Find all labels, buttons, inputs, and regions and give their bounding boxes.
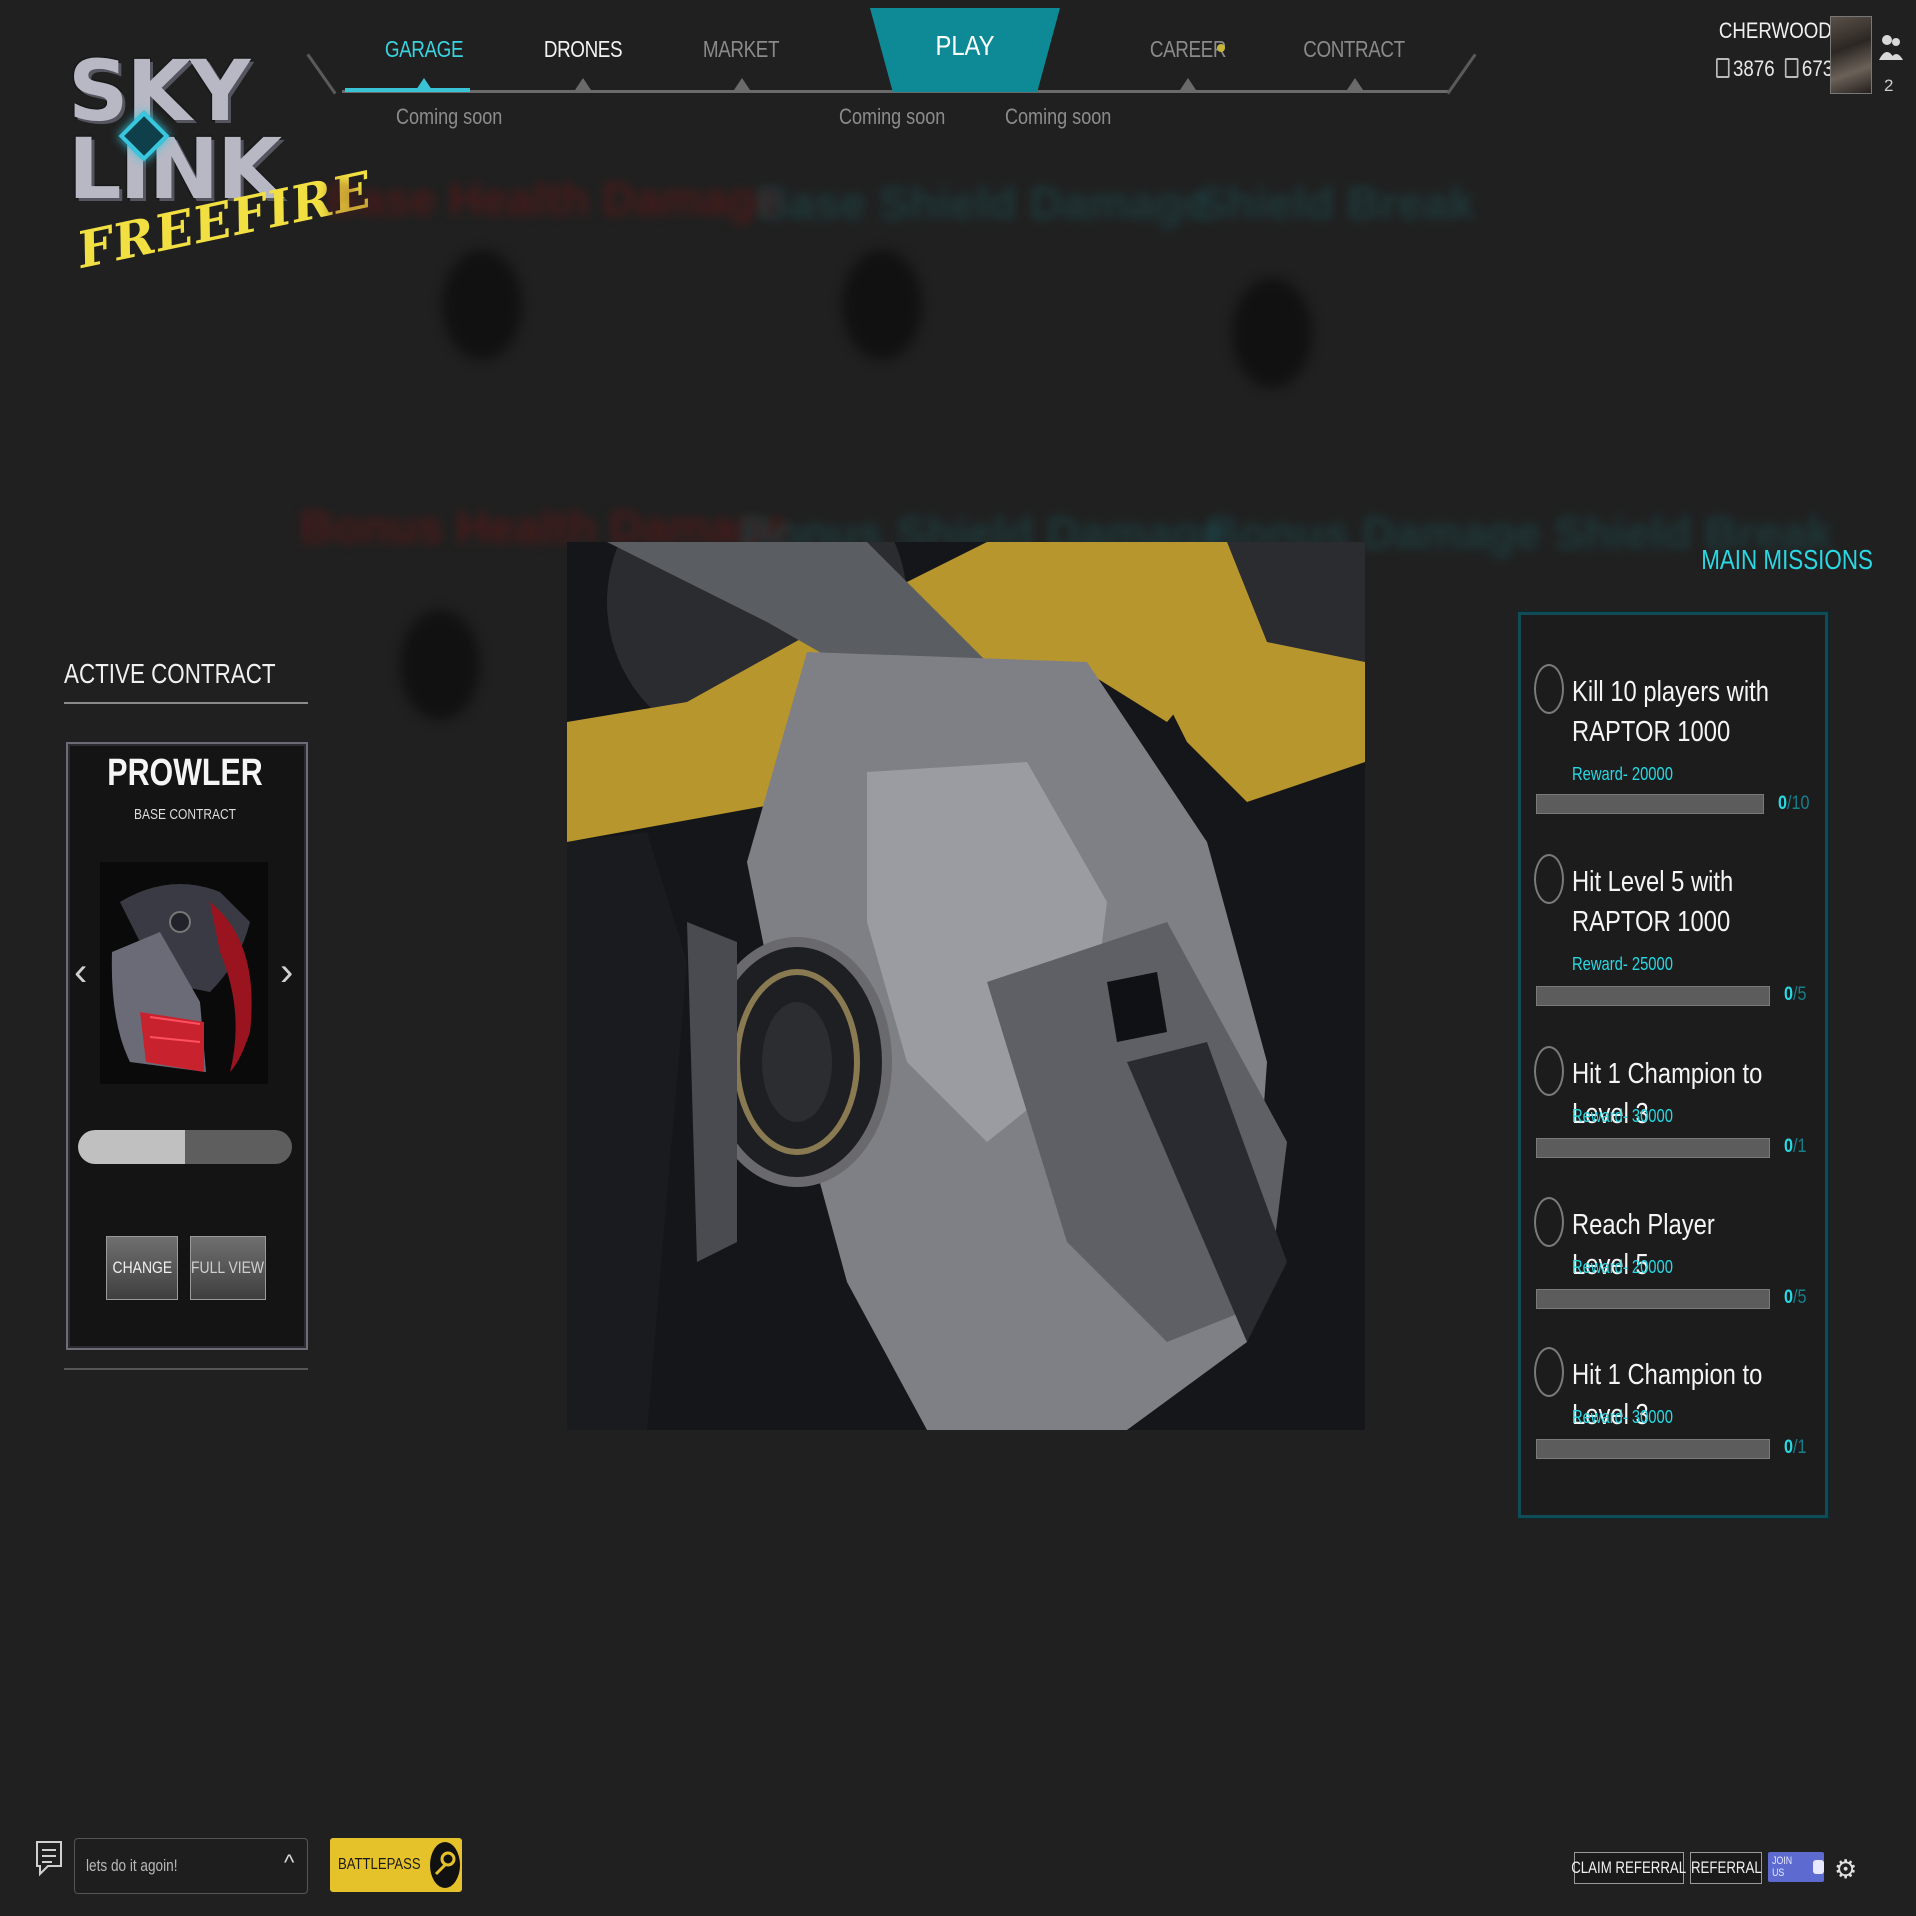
logo-sky: SKY [68,42,250,140]
mission-status-icon[interactable] [1534,1347,1564,1397]
contract-progress-bar [78,1130,292,1164]
change-button[interactable]: CHANGE [106,1236,178,1300]
mission-reward: Reward- 20000 [1572,764,1673,784]
divider [64,702,308,704]
bg-module-title: Shield Break [1196,177,1475,229]
tab-garage-marker [416,78,432,90]
tab-drones-marker [575,78,591,90]
tab-drones[interactable]: DRONES [522,36,645,63]
mission-status-icon[interactable] [1534,664,1564,714]
chat-input-value[interactable]: lets do it agoin! [86,1856,177,1876]
mission-item: Hit 1 Champion to Level 3 Reward- 30000 … [1532,1343,1822,1463]
contract-progress-fill [78,1130,185,1164]
friends-icon[interactable] [1878,30,1904,70]
tab-garage[interactable]: GARAGE [363,36,486,63]
currency-icon [1784,58,1799,78]
battlepass-label[interactable]: BATTLEPASS [338,1856,421,1874]
steam-icon [430,1842,460,1888]
mission-item: Hit 1 Champion to Level 3 Reward- 30000 … [1532,1042,1822,1162]
tab-career[interactable]: CAREER [1127,36,1250,63]
discord-icon [1812,1860,1824,1874]
weapon-closeup-image [567,542,1365,1430]
chevron-right-icon[interactable]: › [280,950,293,995]
skylink-logo: SKY LINK FREEFIRE [68,42,378,312]
bg-module-knob [400,610,480,720]
tab-market-marker [734,78,750,90]
mission-progress-bar [1536,986,1770,1006]
mission-item: Hit Level 5 with RAPTOR 1000 Reward- 250… [1532,850,1822,1010]
tab-market[interactable]: MARKET [680,36,803,63]
currency-2-value: 673 [1801,56,1834,81]
mission-progress: 0/10 [1778,793,1810,814]
mission-reward: Reward- 20000 [1572,1257,1673,1277]
coming-soon-contract: Coming soon [1005,104,1112,129]
mission-progress: 0/1 [1784,1136,1807,1157]
mission-progress-bar [1536,1289,1770,1309]
mission-status-icon[interactable] [1534,854,1564,904]
mission-text: Hit Level 5 with RAPTOR 1000 [1572,866,1734,938]
nav-frame-right [1446,53,1477,95]
bg-module-knob [842,250,922,360]
currency-display: 3876 673 [1716,56,1833,82]
referral-button[interactable]: REFERRAL [1690,1852,1762,1884]
main-missions-title: MAIN MISSIONS [1701,544,1873,575]
bg-module-knob [1232,278,1312,388]
mission-reward: Reward- 25000 [1572,954,1673,974]
mission-item: Kill 10 players with RAPTOR 1000 Reward-… [1532,660,1822,820]
mission-text: Kill 10 players with RAPTOR 1000 [1572,676,1769,748]
chevron-left-icon[interactable]: ‹ [74,950,87,995]
contract-name: PROWLER [107,752,263,794]
coming-soon-market: Coming soon [396,104,503,129]
divider [64,1368,308,1370]
mission-status-icon[interactable] [1534,1046,1564,1096]
mission-reward: Reward- 30000 [1572,1407,1673,1427]
currency-1-value: 3876 [1733,56,1775,81]
mission-reward: Reward- 30000 [1572,1106,1673,1126]
active-contract-title: ACTIVE CONTRACT [64,658,276,689]
contract-ship-image [100,862,268,1084]
nav-frame-left [306,53,337,95]
friends-count: 2 [1884,76,1894,95]
mission-progress-bar [1536,794,1764,814]
full-view-button[interactable]: FULL VIEW [190,1236,266,1300]
tab-contract[interactable]: CONTRACT [1293,36,1416,63]
play-label[interactable]: PLAY [884,30,1046,62]
mission-progress: 0/5 [1784,984,1807,1005]
discord-label: JOIN US [1772,1855,1793,1879]
currency-icon [1716,58,1730,78]
username[interactable]: CHERWOOD [1719,18,1832,44]
discord-button[interactable]: JOIN US [1768,1852,1824,1882]
mission-progress: 0/1 [1784,1437,1807,1458]
tab-career-marker [1180,78,1196,90]
claim-referral-button[interactable]: CLAIM REFERRAL [1572,1852,1686,1884]
chat-icon[interactable] [34,1838,64,1884]
tab-contract-marker [1347,78,1363,90]
mission-item: Reach Player Level 5 Reward- 20000 0/5 [1532,1193,1822,1313]
avatar[interactable] [1830,16,1872,94]
gear-icon[interactable]: ⚙ [1834,1854,1857,1885]
mission-status-icon[interactable] [1534,1197,1564,1247]
career-notification-dot [1217,44,1225,52]
mission-progress-bar [1536,1439,1770,1459]
mission-progress-bar [1536,1138,1770,1158]
bg-module-title: Base Health Damage [326,173,782,225]
contract-subtitle: BASE CONTRACT [133,806,236,823]
coming-soon-career: Coming soon [839,104,946,129]
chat-expand-button[interactable]: ^ [284,1850,294,1876]
nav-active-indicator [345,88,470,92]
bg-module-title: Base Shield Damage [756,177,1209,229]
bg-module-knob [442,250,522,360]
mission-progress: 0/5 [1784,1287,1807,1308]
